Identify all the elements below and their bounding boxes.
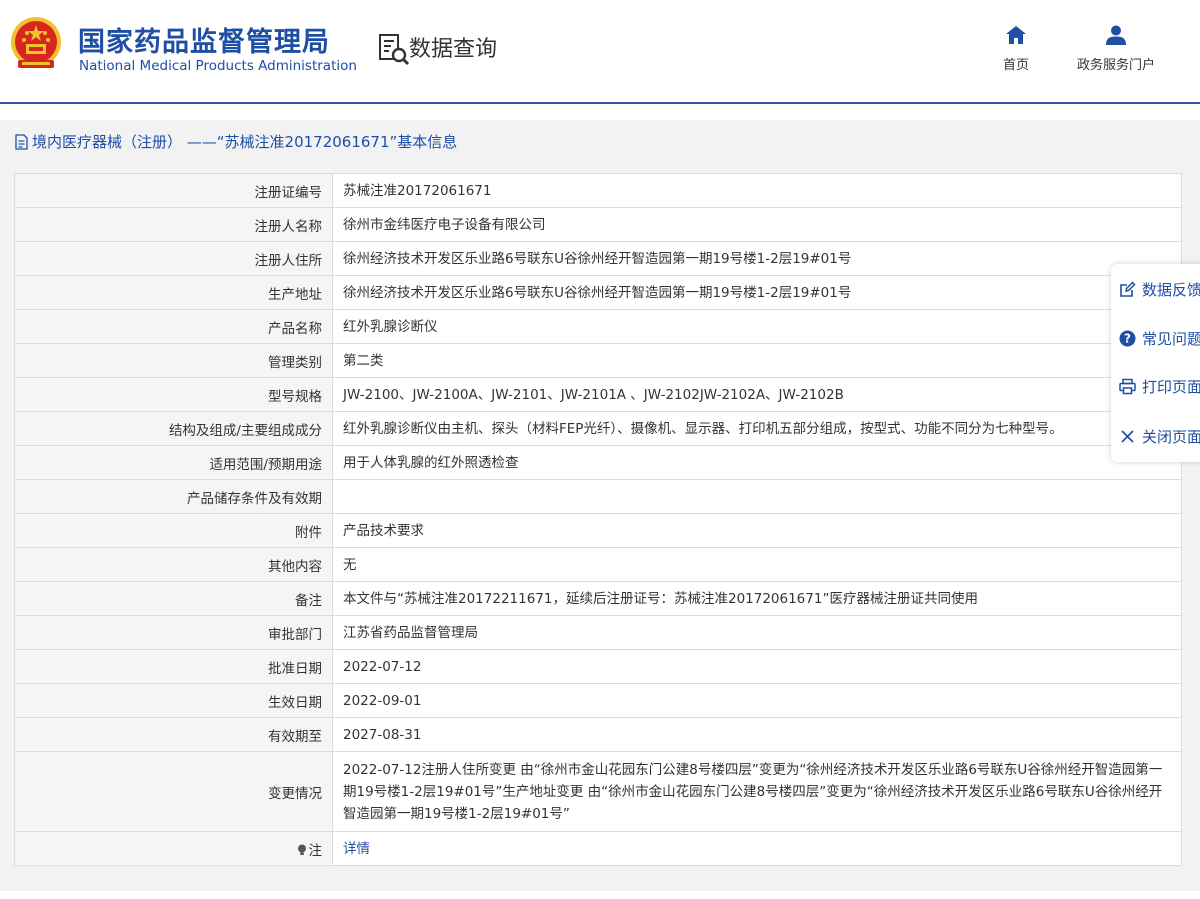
table-row: 附件 产品技术要求 bbox=[14, 513, 1182, 548]
printer-icon bbox=[1119, 378, 1136, 394]
row-label: 变更情况 bbox=[14, 751, 333, 832]
section-title: 数据查询 bbox=[409, 37, 498, 62]
row-label: 生产地址 bbox=[14, 275, 333, 310]
table-row: 备注 本文件与“苏械注准20172211671，延续后注册证号：苏械注准20172… bbox=[14, 581, 1182, 616]
org-name-cn: 国家药品监督管理局 bbox=[78, 27, 330, 58]
row-value: 红外乳腺诊断仪由主机、探头（材料FEP光纤）、摄像机、显示器、打印机五部分组成，… bbox=[332, 411, 1182, 446]
feedback-label: 数据反馈 bbox=[1142, 280, 1200, 299]
table-row: 适用范围/预期用途 用于人体乳腺的红外照透检查 bbox=[14, 445, 1182, 480]
row-value: 本文件与“苏械注准20172211671，延续后注册证号：苏械注准2017206… bbox=[332, 581, 1182, 616]
table-row: 有效期至 2027-08-31 bbox=[14, 717, 1182, 752]
close-page-label: 关闭页面 bbox=[1142, 427, 1200, 446]
table-row: 变更情况 2022-07-12注册人住所变更 由“徐州市金山花园东门公建8号楼四层… bbox=[14, 751, 1182, 832]
row-value: 详情 bbox=[332, 831, 1182, 866]
row-label: 注册人住所 bbox=[14, 241, 333, 276]
table-row: 注 详情 bbox=[14, 831, 1182, 866]
close-page-button[interactable]: 关闭页面 bbox=[1119, 424, 1200, 448]
info-table: 注册证编号 苏械注准20172061671 注册人名称 徐州市金纬医疗电子设备有限公… bbox=[14, 173, 1182, 866]
faq-button[interactable]: ? 常见问题 bbox=[1119, 326, 1200, 350]
bulb-icon bbox=[297, 844, 306, 855]
print-label: 打印页面 bbox=[1142, 377, 1200, 396]
table-row: 注册人住所 徐州经济技术开发区乐业路6号联东U谷徐州经开智造园第一期19号楼1-2… bbox=[14, 241, 1182, 276]
row-value: 红外乳腺诊断仪 bbox=[332, 309, 1182, 344]
national-emblem-icon bbox=[11, 17, 61, 68]
row-label: 其他内容 bbox=[14, 547, 333, 582]
table-row: 产品储存条件及有效期 bbox=[14, 479, 1182, 514]
row-value: 2022-07-12注册人住所变更 由“徐州市金山花园东门公建8号楼四层”变更为… bbox=[332, 751, 1182, 832]
faq-label: 常见问题 bbox=[1142, 329, 1200, 348]
row-value: 2022-09-01 bbox=[332, 683, 1182, 718]
row-label: 管理类别 bbox=[14, 343, 333, 378]
row-label: 附件 bbox=[14, 513, 333, 548]
row-label-note: 注 bbox=[14, 831, 333, 866]
row-value: 徐州经济技术开发区乐业路6号联东U谷徐州经开智造园第一期19号楼1-2层19#0… bbox=[332, 241, 1182, 276]
note-label: 注 bbox=[308, 842, 323, 859]
details-link[interactable]: 详情 bbox=[343, 841, 370, 857]
table-row: 结构及组成/主要组成成分 红外乳腺诊断仪由主机、探头（材料FEP光纤）、摄像机、显… bbox=[14, 411, 1182, 446]
table-row: 产品名称 红外乳腺诊断仪 bbox=[14, 309, 1182, 344]
row-label: 结构及组成/主要组成成分 bbox=[14, 411, 333, 446]
table-row: 批准日期 2022-07-12 bbox=[14, 649, 1182, 684]
row-label: 适用范围/预期用途 bbox=[14, 445, 333, 480]
row-value: JW-2100、JW-2100A、JW-2101、JW-2101A 、JW-21… bbox=[332, 377, 1182, 412]
home-icon bbox=[1006, 26, 1026, 44]
table-row: 审批部门 江苏省药品监督管理局 bbox=[14, 615, 1182, 650]
page-heading-text: 境内医疗器械（注册） ——“苏械注准20172061671”基本信息 bbox=[32, 133, 458, 151]
table-row: 注册证编号 苏械注准20172061671 bbox=[14, 173, 1182, 208]
nav-portal-link[interactable]: 政务服务门户 bbox=[1070, 24, 1162, 73]
row-label: 有效期至 bbox=[14, 717, 333, 752]
feedback-button[interactable]: 数据反馈 bbox=[1119, 277, 1200, 301]
row-label: 备注 bbox=[14, 581, 333, 616]
org-name-en: National Medical Products Administration bbox=[79, 58, 357, 74]
close-icon bbox=[1121, 429, 1134, 443]
user-icon bbox=[1106, 25, 1126, 45]
row-value: 2022-07-12 bbox=[332, 649, 1182, 684]
document-icon bbox=[15, 133, 28, 150]
row-label: 产品名称 bbox=[14, 309, 333, 344]
row-value: 产品技术要求 bbox=[332, 513, 1182, 548]
row-value: 苏械注准20172061671 bbox=[332, 173, 1182, 208]
svg-text:?: ? bbox=[1124, 331, 1131, 345]
page-heading: 境内医疗器械（注册） ——“苏械注准20172061671”基本信息 bbox=[14, 131, 457, 152]
row-value: 徐州市金纬医疗电子设备有限公司 bbox=[332, 207, 1182, 242]
data-query-icon bbox=[379, 34, 410, 66]
row-value: 徐州经济技术开发区乐业路6号联东U谷徐州经开智造园第一期19号楼1-2层19#0… bbox=[332, 275, 1182, 310]
nav-home-label: 首页 bbox=[1002, 58, 1029, 73]
table-row: 型号规格 JW-2100、JW-2100A、JW-2101、JW-2101A 、J… bbox=[14, 377, 1182, 412]
row-label: 注册人名称 bbox=[14, 207, 333, 242]
row-label: 批准日期 bbox=[14, 649, 333, 684]
row-value bbox=[332, 479, 1182, 514]
row-label: 产品储存条件及有效期 bbox=[14, 479, 333, 514]
nav-home-link[interactable]: 首页 bbox=[996, 24, 1036, 73]
site-header: 国家药品监督管理局 National Medical Products Admi… bbox=[0, 0, 1200, 104]
row-label: 审批部门 bbox=[14, 615, 333, 650]
table-row: 生效日期 2022-09-01 bbox=[14, 683, 1182, 718]
row-label: 注册证编号 bbox=[14, 173, 333, 208]
row-value: 无 bbox=[332, 547, 1182, 582]
row-value: 第二类 bbox=[332, 343, 1182, 378]
print-button[interactable]: 打印页面 bbox=[1119, 374, 1200, 398]
edit-icon bbox=[1120, 280, 1136, 297]
question-icon: ? bbox=[1119, 330, 1136, 346]
nav-portal-label: 政务服务门户 bbox=[1076, 58, 1155, 73]
table-row: 管理类别 第二类 bbox=[14, 343, 1182, 378]
table-row: 注册人名称 徐州市金纬医疗电子设备有限公司 bbox=[14, 207, 1182, 242]
row-label: 型号规格 bbox=[14, 377, 333, 412]
row-value: 用于人体乳腺的红外照透检查 bbox=[332, 445, 1182, 480]
side-tool-panel: 数据反馈 ? 常见问题 打印页面 关闭页面 bbox=[1111, 264, 1200, 462]
row-value: 江苏省药品监督管理局 bbox=[332, 615, 1182, 650]
row-label: 生效日期 bbox=[14, 683, 333, 718]
row-value: 2027-08-31 bbox=[332, 717, 1182, 752]
table-row: 生产地址 徐州经济技术开发区乐业路6号联东U谷徐州经开智造园第一期19号楼1-2层… bbox=[14, 275, 1182, 310]
table-row: 其他内容无 bbox=[14, 547, 1182, 582]
